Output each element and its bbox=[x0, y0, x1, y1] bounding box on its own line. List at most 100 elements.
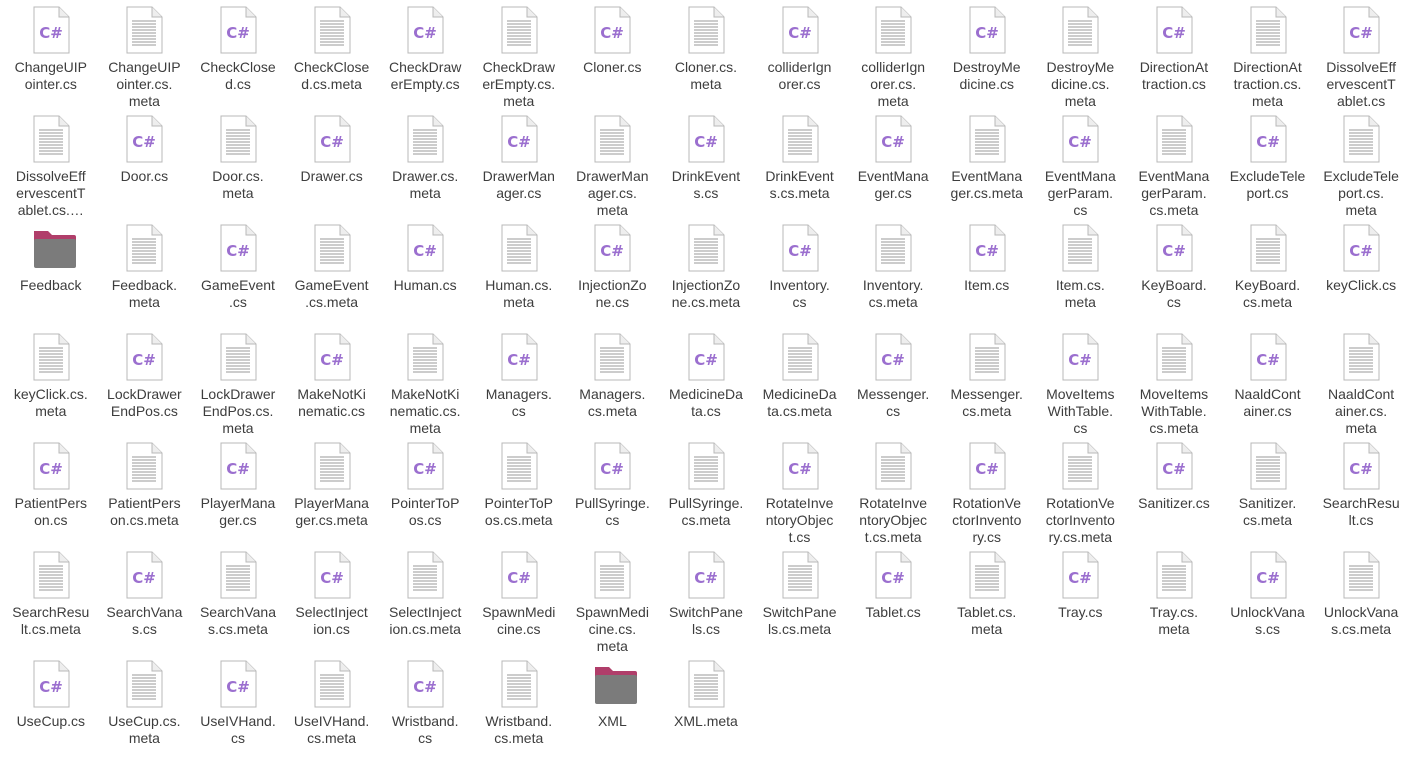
file-item[interactable]: DestroyMe dicine.cs. meta bbox=[1034, 0, 1128, 109]
file-item[interactable]: C# InjectionZo ne.cs bbox=[566, 218, 660, 327]
file-item[interactable]: C# Inventory. cs bbox=[753, 218, 847, 327]
file-item[interactable]: C# SwitchPane ls.cs bbox=[659, 545, 753, 654]
file-item[interactable]: LockDrawer EndPos.cs. meta bbox=[191, 327, 285, 436]
file-item[interactable]: Tablet.cs. meta bbox=[940, 545, 1034, 654]
file-item[interactable]: C# keyClick.cs bbox=[1314, 218, 1405, 327]
file-item[interactable]: C# SearchVana s.cs bbox=[98, 545, 192, 654]
file-item[interactable]: NaaldCont ainer.cs. meta bbox=[1314, 327, 1405, 436]
file-item[interactable]: SpawnMedi cine.cs. meta bbox=[566, 545, 660, 654]
file-item[interactable]: keyClick.cs. meta bbox=[4, 327, 98, 436]
file-item[interactable]: C# Human.cs bbox=[378, 218, 472, 327]
file-item[interactable]: C# NaaldCont ainer.cs bbox=[1221, 327, 1315, 436]
file-item[interactable]: C# Door.cs bbox=[98, 109, 192, 218]
file-item[interactable]: C# RotateInve ntoryObjec t.cs bbox=[753, 436, 847, 545]
file-item[interactable]: C# LockDrawer EndPos.cs bbox=[98, 327, 192, 436]
file-item[interactable]: SelectInject ion.cs.meta bbox=[378, 545, 472, 654]
file-item[interactable]: Inventory. cs.meta bbox=[846, 218, 940, 327]
file-item[interactable]: DrinkEvent s.cs.meta bbox=[753, 109, 847, 218]
file-item[interactable]: Messenger. cs.meta bbox=[940, 327, 1034, 436]
file-item[interactable]: C# DestroyMe dicine.cs bbox=[940, 0, 1034, 109]
file-item[interactable]: EventMana gerParam. cs.meta bbox=[1127, 109, 1221, 218]
file-item[interactable]: GameEvent .cs.meta bbox=[285, 218, 379, 327]
folder-item[interactable]: XML bbox=[566, 654, 660, 763]
file-item[interactable]: C# GameEvent .cs bbox=[191, 218, 285, 327]
file-item[interactable]: Item.cs. meta bbox=[1034, 218, 1128, 327]
file-item[interactable]: C# Tablet.cs bbox=[846, 545, 940, 654]
file-item[interactable]: SearchVana s.cs.meta bbox=[191, 545, 285, 654]
file-item[interactable]: C# Tray.cs bbox=[1034, 545, 1128, 654]
file-item[interactable]: Managers. cs.meta bbox=[566, 327, 660, 436]
file-item[interactable]: DirectionAt traction.cs. meta bbox=[1221, 0, 1315, 109]
file-item[interactable]: C# colliderIgn orer.cs bbox=[753, 0, 847, 109]
file-item[interactable]: C# UseIVHand. cs bbox=[191, 654, 285, 763]
file-item[interactable]: Cloner.cs. meta bbox=[659, 0, 753, 109]
file-item[interactable]: RotationVe ctorInvento ry.cs.meta bbox=[1034, 436, 1128, 545]
file-item[interactable]: PatientPers on.cs.meta bbox=[98, 436, 192, 545]
file-item[interactable]: C# SelectInject ion.cs bbox=[285, 545, 379, 654]
file-item[interactable]: RotateInve ntoryObjec t.cs.meta bbox=[846, 436, 940, 545]
file-item[interactable]: UseIVHand. cs.meta bbox=[285, 654, 379, 763]
file-item[interactable]: UseCup.cs. meta bbox=[98, 654, 192, 763]
file-item[interactable]: C# Item.cs bbox=[940, 218, 1034, 327]
file-item[interactable]: PullSyringe. cs.meta bbox=[659, 436, 753, 545]
file-item[interactable]: XML.meta bbox=[659, 654, 753, 763]
file-item[interactable]: C# DissolveEff ervescentT ablet.cs bbox=[1314, 0, 1405, 109]
file-item[interactable]: MoveItems WithTable. cs.meta bbox=[1127, 327, 1221, 436]
file-name-label: KeyBoard. cs bbox=[1141, 277, 1207, 310]
file-item[interactable]: ExcludeTele port.cs. meta bbox=[1314, 109, 1405, 218]
file-item[interactable]: Wristband. cs.meta bbox=[472, 654, 566, 763]
file-item[interactable]: C# PullSyringe. cs bbox=[566, 436, 660, 545]
file-item[interactable]: C# EventMana ger.cs bbox=[846, 109, 940, 218]
file-item[interactable]: C# PatientPers on.cs bbox=[4, 436, 98, 545]
file-item[interactable]: ChangeUIP ointer.cs. meta bbox=[98, 0, 192, 109]
file-item[interactable]: MedicineDa ta.cs.meta bbox=[753, 327, 847, 436]
file-item[interactable]: Drawer.cs. meta bbox=[378, 109, 472, 218]
file-item[interactable]: C# MakeNotKi nematic.cs bbox=[285, 327, 379, 436]
file-item[interactable]: C# Managers. cs bbox=[472, 327, 566, 436]
file-item[interactable]: C# Messenger. cs bbox=[846, 327, 940, 436]
file-item[interactable]: SearchResu lt.cs.meta bbox=[4, 545, 98, 654]
file-item[interactable]: C# DirectionAt traction.cs bbox=[1127, 0, 1221, 109]
file-item[interactable]: InjectionZo ne.cs.meta bbox=[659, 218, 753, 327]
file-item[interactable]: Sanitizer. cs.meta bbox=[1221, 436, 1315, 545]
file-item[interactable]: SwitchPane ls.cs.meta bbox=[753, 545, 847, 654]
file-item[interactable]: DrawerMan ager.cs. meta bbox=[566, 109, 660, 218]
file-item[interactable]: DissolveEff ervescentT ablet.cs.… bbox=[4, 109, 98, 218]
file-item[interactable]: Feedback. meta bbox=[98, 218, 192, 327]
file-item[interactable]: EventMana ger.cs.meta bbox=[940, 109, 1034, 218]
file-item[interactable]: C# ChangeUIP ointer.cs bbox=[4, 0, 98, 109]
file-item[interactable]: C# SearchResu lt.cs bbox=[1314, 436, 1405, 545]
file-item[interactable]: colliderIgn orer.cs. meta bbox=[846, 0, 940, 109]
file-item[interactable]: C# PlayerMana ger.cs bbox=[191, 436, 285, 545]
file-item[interactable]: CheckClose d.cs.meta bbox=[285, 0, 379, 109]
file-item[interactable]: C# MedicineDa ta.cs bbox=[659, 327, 753, 436]
file-item[interactable]: Human.cs. meta bbox=[472, 218, 566, 327]
file-item[interactable]: PlayerMana ger.cs.meta bbox=[285, 436, 379, 545]
file-item[interactable]: C# UseCup.cs bbox=[4, 654, 98, 763]
file-item[interactable]: C# CheckClose d.cs bbox=[191, 0, 285, 109]
file-item[interactable]: C# RotationVe ctorInvento ry.cs bbox=[940, 436, 1034, 545]
file-item[interactable]: C# Cloner.cs bbox=[566, 0, 660, 109]
file-item[interactable]: C# Sanitizer.cs bbox=[1127, 436, 1221, 545]
file-item[interactable]: Door.cs. meta bbox=[191, 109, 285, 218]
file-item[interactable]: CheckDraw erEmpty.cs. meta bbox=[472, 0, 566, 109]
file-item[interactable]: C# EventMana gerParam. cs bbox=[1034, 109, 1128, 218]
text-file-icon bbox=[499, 442, 539, 490]
file-item[interactable]: C# PointerToP os.cs bbox=[378, 436, 472, 545]
file-item[interactable]: C# Wristband. cs bbox=[378, 654, 472, 763]
file-item[interactable]: C# Drawer.cs bbox=[285, 109, 379, 218]
file-item[interactable]: MakeNotKi nematic.cs. meta bbox=[378, 327, 472, 436]
file-item[interactable]: C# UnlockVana s.cs bbox=[1221, 545, 1315, 654]
file-item[interactable]: C# DrawerMan ager.cs bbox=[472, 109, 566, 218]
folder-item[interactable]: Feedback bbox=[4, 218, 98, 327]
file-item[interactable]: C# KeyBoard. cs bbox=[1127, 218, 1221, 327]
file-item[interactable]: UnlockVana s.cs.meta bbox=[1314, 545, 1405, 654]
file-item[interactable]: PointerToP os.cs.meta bbox=[472, 436, 566, 545]
file-item[interactable]: C# MoveItems WithTable. cs bbox=[1034, 327, 1128, 436]
file-item[interactable]: C# CheckDraw erEmpty.cs bbox=[378, 0, 472, 109]
file-item[interactable]: KeyBoard. cs.meta bbox=[1221, 218, 1315, 327]
file-item[interactable]: Tray.cs. meta bbox=[1127, 545, 1221, 654]
file-item[interactable]: C# SpawnMedi cine.cs bbox=[472, 545, 566, 654]
file-item[interactable]: C# ExcludeTele port.cs bbox=[1221, 109, 1315, 218]
file-item[interactable]: C# DrinkEvent s.cs bbox=[659, 109, 753, 218]
